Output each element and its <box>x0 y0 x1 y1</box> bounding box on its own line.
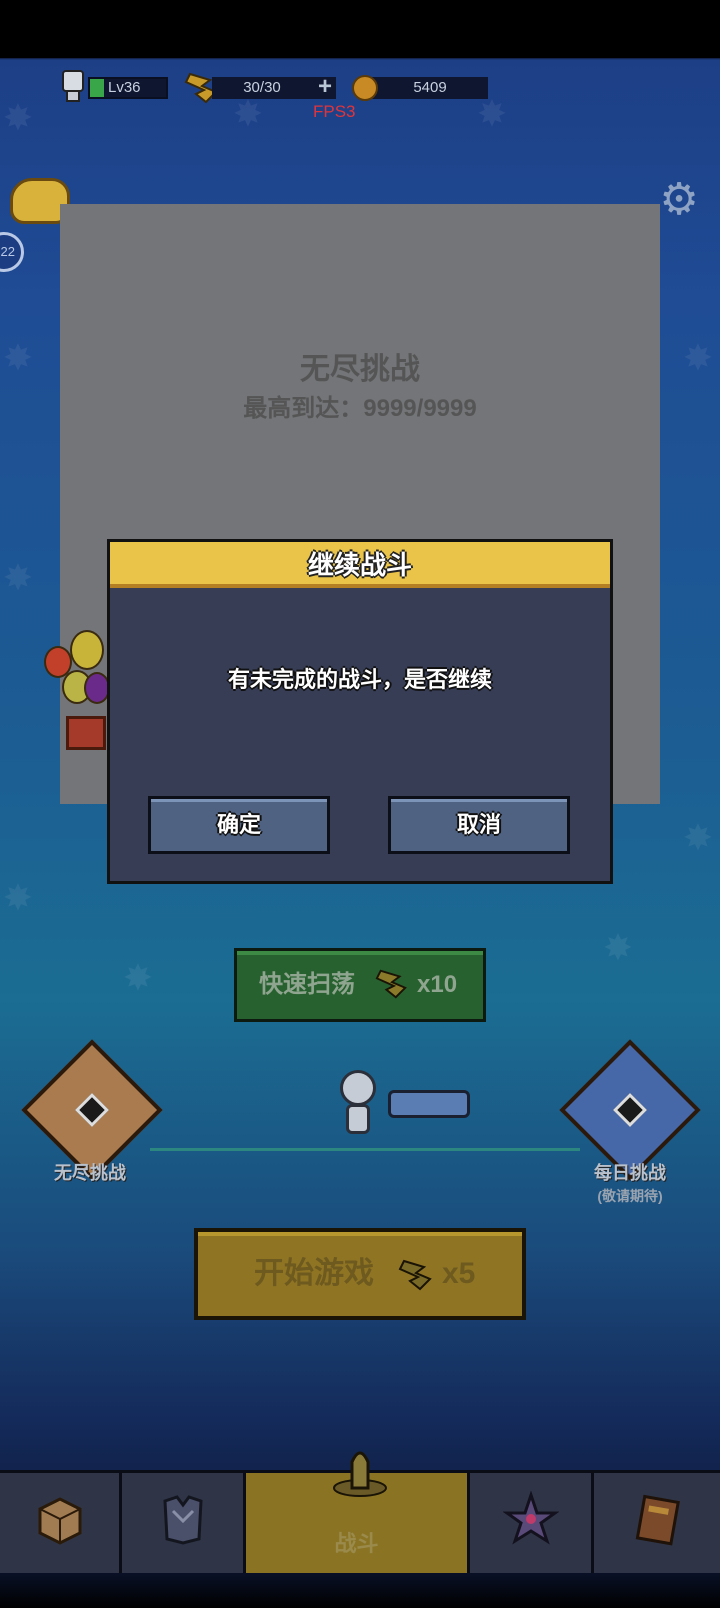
cancel-button[interactable]: 取消 <box>388 796 570 854</box>
background-star-icon: ✸ <box>602 927 634 968</box>
talent-icon <box>502 1491 559 1545</box>
background-star-icon: ✸ <box>682 337 714 378</box>
start-game-button[interactable]: 开始游戏 x5 <box>194 1228 526 1320</box>
start-game-label: 开始游戏 <box>254 1257 374 1290</box>
background-star-icon: ✸ <box>122 957 154 998</box>
level-text: Lv36 <box>108 79 141 96</box>
coin-text: 5409 <box>413 79 447 96</box>
armor-icon <box>162 1495 203 1545</box>
quick-sweep-label: 快速扫荡 <box>259 971 355 998</box>
background-star-icon: ✸ <box>2 877 34 918</box>
quick-sweep-cost: x10 <box>417 971 458 998</box>
coin-counter: 5409 <box>372 77 488 99</box>
hero-character <box>338 1070 378 1140</box>
quick-sweep-button[interactable]: 快速扫荡 x10 <box>234 948 486 1022</box>
energy-text: 30/30 <box>243 79 281 96</box>
ground-line <box>150 1148 580 1151</box>
background-star-icon: ✸ <box>2 557 34 598</box>
background-star-icon: ✸ <box>232 93 264 134</box>
background-star-icon: ✸ <box>476 93 508 134</box>
book-icon <box>635 1494 680 1546</box>
energy-bolt-icon <box>398 1259 432 1291</box>
weapon-gun-icon <box>388 1090 470 1118</box>
bullet-icon <box>333 1451 387 1497</box>
panel-title: 无尽挑战 <box>300 353 420 386</box>
coin-icon <box>352 75 378 101</box>
panel-best-record: 最高到达：9999/9999 <box>243 395 477 422</box>
round-badge[interactable]: 22 <box>0 232 24 272</box>
endless-challenge-label: 无尽挑战 <box>54 1163 126 1183</box>
start-game-cost: x5 <box>442 1257 476 1290</box>
background-star-icon: ✸ <box>2 337 34 378</box>
nav-tab-book[interactable] <box>594 1473 720 1573</box>
balloon-chest-icon[interactable] <box>40 630 110 760</box>
box-icon <box>38 1497 81 1545</box>
dialog-message: 有未完成的战斗，是否继续 <box>227 667 492 692</box>
continue-battle-dialog: 继续战斗 有未完成的战斗，是否继续 确定 取消 <box>107 539 613 884</box>
daily-challenge-label: 每日挑战 <box>594 1163 666 1183</box>
level-progress-fill <box>90 79 104 97</box>
background-star-icon: ✸ <box>2 97 34 138</box>
confirm-button[interactable]: 确定 <box>148 796 330 854</box>
settings-gear-icon[interactable]: ⚙ <box>656 178 702 222</box>
nav-tab-talent[interactable] <box>470 1473 594 1573</box>
game-screen: ✸ ✸ ✸ ✸ ✸ ✸ ✸ ✸ ✸ ✸ ✸ Lv36 30/30 + FPS3 … <box>0 0 720 1608</box>
dialog-title: 继续战斗 <box>307 550 412 580</box>
confirm-button-label: 确定 <box>216 812 261 837</box>
fps-counter: FPS3 <box>313 102 356 121</box>
dialog-header: 继续战斗 <box>110 542 610 588</box>
add-energy-button[interactable]: + <box>314 75 336 99</box>
level-indicator: Lv36 <box>88 77 168 99</box>
energy-bolt-icon <box>375 969 407 999</box>
nav-tab-equipment[interactable] <box>122 1473 246 1573</box>
nav-tab-battle-label: 战斗 <box>334 1531 379 1556</box>
background-star-icon: ✸ <box>682 817 714 858</box>
daily-challenge-coming-soon: (敬请期待) <box>597 1188 663 1204</box>
player-avatar[interactable] <box>58 70 88 104</box>
nav-tab-inventory[interactable] <box>0 1473 122 1573</box>
cancel-button-label: 取消 <box>456 812 501 837</box>
status-bar <box>0 0 720 58</box>
